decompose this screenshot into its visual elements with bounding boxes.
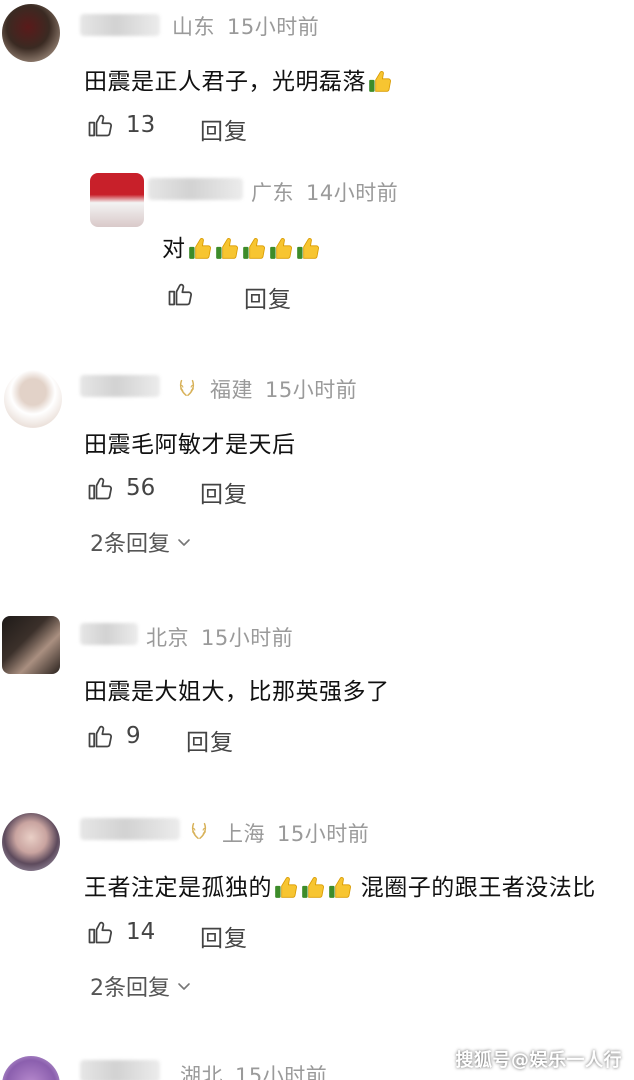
username-blurred[interactable] xyxy=(148,178,243,200)
thumbs-up-emoji-icon xyxy=(300,874,326,900)
like-count: 14 xyxy=(126,919,156,945)
avatar[interactable] xyxy=(90,173,144,227)
avatar[interactable] xyxy=(2,1056,60,1080)
username-blurred[interactable] xyxy=(80,1060,160,1080)
reply-text: 对 xyxy=(162,229,321,263)
like-button[interactable]: 13 xyxy=(86,111,155,139)
username-blurred[interactable] xyxy=(80,818,180,840)
username-blurred[interactable] xyxy=(80,14,160,36)
thumbs-up-emoji-icon xyxy=(214,235,240,261)
comment-text-body: 王者注定是孤独的 xyxy=(84,875,272,901)
expand-replies-label: 2条回复 xyxy=(90,976,170,1001)
like-count: 9 xyxy=(126,723,141,749)
expand-replies-label: 2条回复 xyxy=(90,532,170,557)
thumbs-up-emoji-icon xyxy=(268,235,294,261)
laurel-badge-icon xyxy=(188,820,210,842)
comment-list: 山东 15小时前 田震是正人君子，光明磊落 13 回复 广东 14小时前 对 回复 … xyxy=(0,0,634,1080)
like-button[interactable]: 56 xyxy=(86,474,155,502)
timestamp: 14小时前 xyxy=(306,181,399,205)
reply-button[interactable]: 回复 xyxy=(186,723,234,757)
thumbs-up-outline-icon xyxy=(166,280,194,308)
thumbs-up-outline-icon xyxy=(86,918,114,946)
thumbs-up-outline-icon xyxy=(86,722,114,750)
chevron-down-icon xyxy=(176,978,192,994)
timestamp: 15小时前 xyxy=(235,1064,328,1080)
thumbs-up-emoji-icon xyxy=(295,235,321,261)
thumbs-up-outline-icon xyxy=(86,111,114,139)
like-button[interactable]: 9 xyxy=(86,722,141,750)
thumbs-up-emoji-icon xyxy=(187,235,213,261)
location-label: 北京 xyxy=(146,626,189,650)
location-label: 广东 xyxy=(251,181,294,205)
timestamp: 15小时前 xyxy=(201,626,294,650)
comment-text: 田震毛阿敏才是天后 xyxy=(84,432,296,458)
comment-meta: 山东 15小时前 xyxy=(172,11,319,41)
reply-text-body: 对 xyxy=(162,236,186,262)
username-blurred[interactable] xyxy=(80,375,160,397)
expand-replies-link[interactable]: 2条回复 xyxy=(90,970,192,1002)
thumbs-up-emoji-icon xyxy=(273,874,299,900)
timestamp: 15小时前 xyxy=(265,378,358,402)
avatar[interactable] xyxy=(2,616,60,674)
expand-replies-link[interactable]: 2条回复 xyxy=(90,526,192,558)
thumbs-up-emoji-icon xyxy=(367,68,393,94)
like-count: 13 xyxy=(126,112,156,138)
location-label: 湖北 xyxy=(180,1064,223,1080)
like-button[interactable]: 14 xyxy=(86,918,155,946)
comment-meta: 湖北 15小时前 xyxy=(180,1060,327,1080)
reply-button[interactable]: 回复 xyxy=(200,919,248,953)
comment-text-tail: 混圈子的跟王者没法比 xyxy=(353,875,596,901)
thumbs-up-emoji-icon xyxy=(241,235,267,261)
thumbs-up-outline-icon xyxy=(86,474,114,502)
avatar[interactable] xyxy=(4,370,62,428)
location-label: 福建 xyxy=(210,378,253,402)
reply-button[interactable]: 回复 xyxy=(244,280,292,314)
like-count: 56 xyxy=(126,475,156,501)
like-button[interactable] xyxy=(166,280,206,308)
chevron-down-icon xyxy=(176,534,192,550)
avatar[interactable] xyxy=(2,813,60,871)
location-label: 上海 xyxy=(222,822,265,846)
comment-meta: 广东 14小时前 xyxy=(251,177,398,207)
location-label: 山东 xyxy=(172,15,215,39)
comment-text: 田震是正人君子，光明磊落 xyxy=(84,62,393,96)
laurel-badge-icon xyxy=(176,377,198,399)
comment-meta: 北京 15小时前 xyxy=(146,622,293,652)
timestamp: 15小时前 xyxy=(227,15,320,39)
timestamp: 15小时前 xyxy=(277,822,370,846)
comment-text-body: 田震是正人君子，光明磊落 xyxy=(84,69,366,95)
thumbs-up-emoji-icon xyxy=(327,874,353,900)
username-blurred[interactable] xyxy=(80,623,138,645)
reply-button[interactable]: 回复 xyxy=(200,475,248,509)
watermark: 搜狐号@娱乐一人行 xyxy=(455,1050,622,1071)
comment-text: 王者注定是孤独的 混圈子的跟王者没法比 xyxy=(84,868,596,902)
avatar[interactable] xyxy=(2,4,60,62)
reply-button[interactable]: 回复 xyxy=(200,112,248,146)
comment-meta: 上海 15小时前 xyxy=(222,818,369,848)
comment-meta: 福建 15小时前 xyxy=(210,374,357,404)
comment-text: 田震是大姐大，比那英强多了 xyxy=(84,679,390,705)
